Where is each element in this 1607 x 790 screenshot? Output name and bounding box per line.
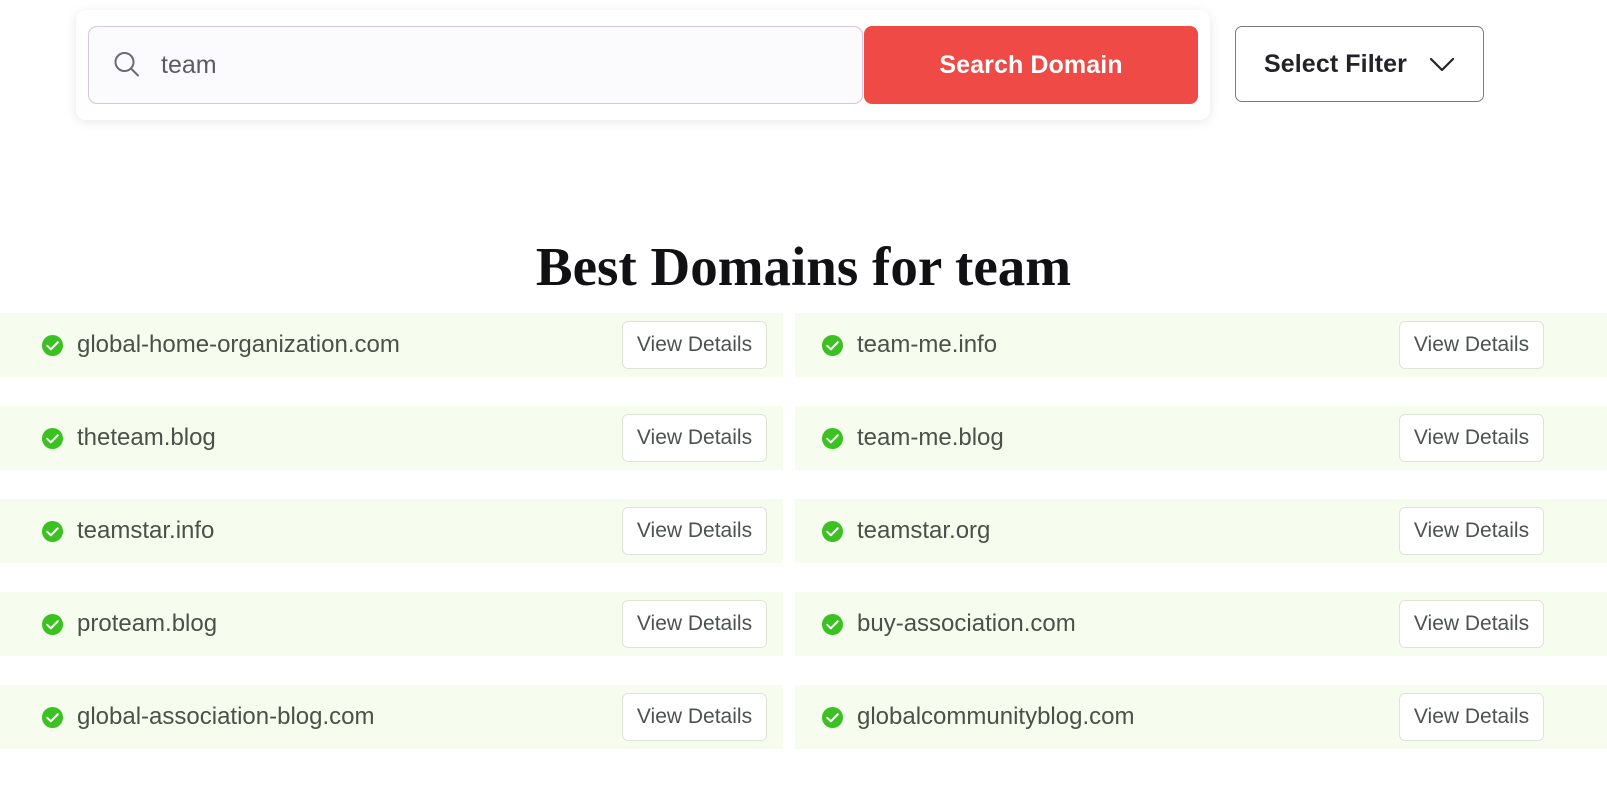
select-filter-dropdown[interactable]: Select Filter (1235, 26, 1484, 102)
check-circle-icon (821, 427, 844, 450)
view-details-button[interactable]: View Details (622, 507, 767, 555)
check-circle-icon (41, 427, 64, 450)
view-details-button[interactable]: View Details (1399, 693, 1544, 741)
check-circle-icon (821, 613, 844, 636)
check-circle-icon (821, 334, 844, 357)
domain-name: globalcommunityblog.com (857, 703, 1134, 731)
domain-name: theteam.blog (77, 424, 216, 452)
check-circle-icon (821, 706, 844, 729)
domain-result-row: team-me.info View Details (795, 313, 1607, 377)
page-title-prefix: Best Domains for (536, 236, 955, 297)
domain-result-row: global-association-blog.com View Details (0, 685, 783, 749)
domain-result-row: teamstar.info View Details (0, 499, 783, 563)
view-details-button[interactable]: View Details (1399, 414, 1544, 462)
search-bar-card: Search Domain (76, 10, 1210, 120)
column-divider (783, 313, 795, 749)
results-column-left: global-home-organization.com View Details… (0, 313, 783, 749)
chevron-down-icon (1429, 57, 1455, 72)
search-domain-button[interactable]: Search Domain (864, 26, 1198, 104)
domain-result-row: proteam.blog View Details (0, 592, 783, 656)
check-circle-icon (41, 706, 64, 729)
page-title-keyword: team (955, 236, 1071, 297)
check-circle-icon (41, 613, 64, 636)
view-details-button[interactable]: View Details (1399, 507, 1544, 555)
view-details-button[interactable]: View Details (1399, 600, 1544, 648)
check-circle-icon (41, 334, 64, 357)
domain-name: teamstar.org (857, 517, 990, 545)
results-column-right: team-me.info View Details team-me.blog View… (795, 313, 1607, 749)
domain-result-row: teamstar.org View Details (795, 499, 1607, 563)
page-title: Best Domains for team (0, 235, 1607, 298)
domain-results-grid: global-home-organization.com View Details… (0, 313, 1607, 749)
domain-name: proteam.blog (77, 610, 217, 638)
view-details-button[interactable]: View Details (622, 600, 767, 648)
search-input-wrapper[interactable] (88, 26, 863, 104)
view-details-button[interactable]: View Details (622, 414, 767, 462)
search-input[interactable] (161, 45, 801, 85)
select-filter-label: Select Filter (1264, 50, 1407, 79)
domain-result-row: team-me.blog View Details (795, 406, 1607, 470)
view-details-button[interactable]: View Details (622, 321, 767, 369)
check-circle-icon (41, 520, 64, 543)
domain-name: teamstar.info (77, 517, 214, 545)
domain-name: team-me.info (857, 331, 997, 359)
search-icon (111, 49, 143, 81)
domain-name: global-association-blog.com (77, 703, 375, 731)
domain-name: global-home-organization.com (77, 331, 400, 359)
domain-result-row: buy-association.com View Details (795, 592, 1607, 656)
domain-result-row: globalcommunityblog.com View Details (795, 685, 1607, 749)
view-details-button[interactable]: View Details (1399, 321, 1544, 369)
domain-result-row: theteam.blog View Details (0, 406, 783, 470)
domain-result-row: global-home-organization.com View Details (0, 313, 783, 377)
domain-name: buy-association.com (857, 610, 1076, 638)
check-circle-icon (821, 520, 844, 543)
view-details-button[interactable]: View Details (622, 693, 767, 741)
domain-name: team-me.blog (857, 424, 1004, 452)
